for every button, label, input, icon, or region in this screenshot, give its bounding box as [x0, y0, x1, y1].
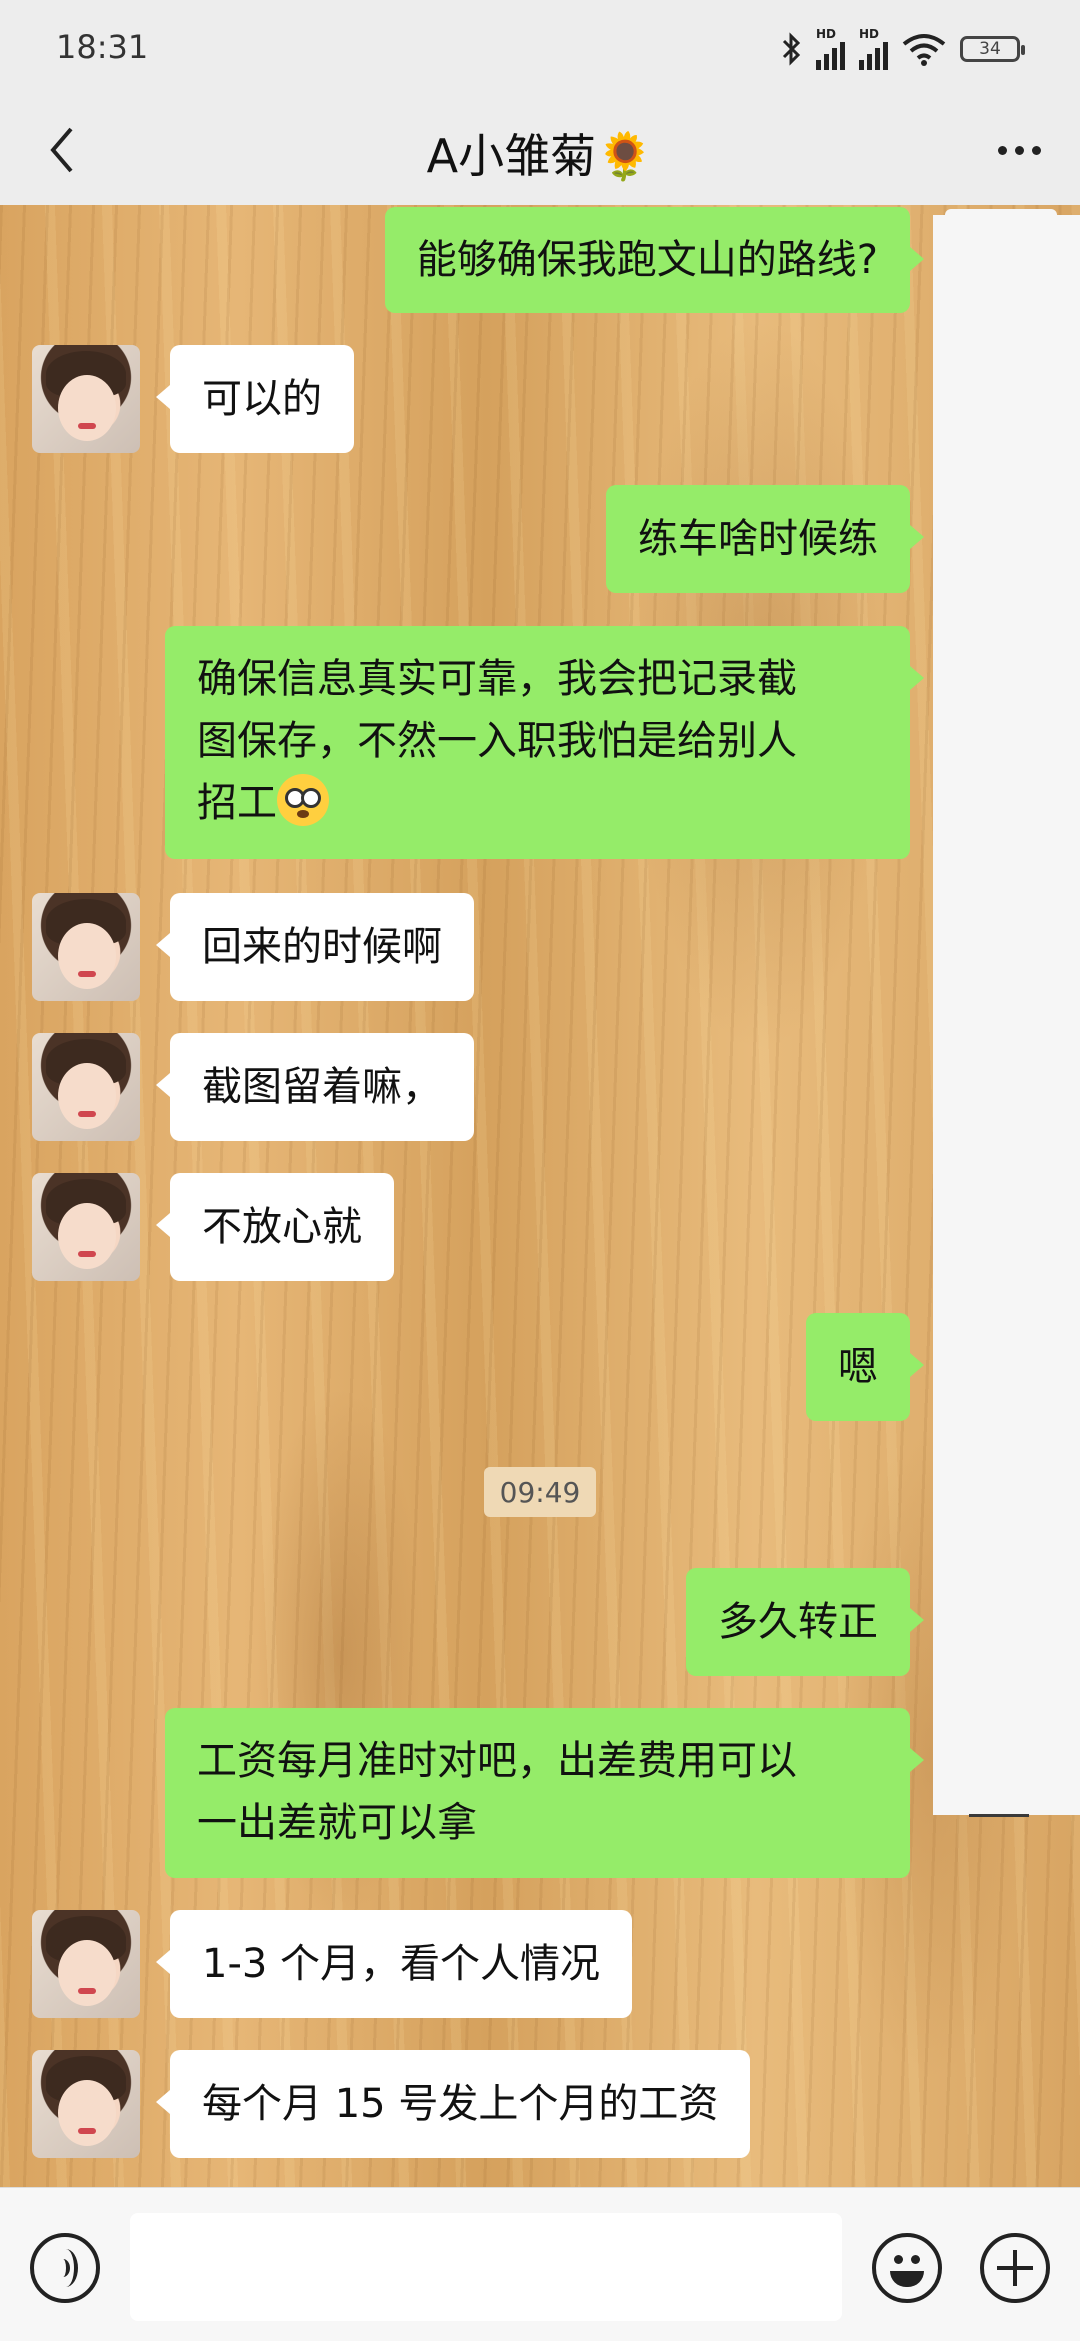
message-text: 多久转正 — [718, 1599, 878, 1645]
message-text: 回来的时候啊 — [202, 924, 442, 970]
input-bar — [0, 2187, 1080, 2341]
battery-level: 34 — [979, 39, 1001, 59]
voice-button[interactable] — [30, 2233, 100, 2303]
message-text-line: 图保存，不然一入职我怕是给别人 — [197, 718, 797, 764]
message-text: 不放心就 — [202, 1204, 362, 1250]
plus-button[interactable] — [980, 2233, 1050, 2303]
signal-1-icon: HD — [816, 28, 845, 70]
wifi-icon — [902, 34, 946, 66]
message-text-line: 工资每月准时对吧，出差费用可以 — [197, 1738, 797, 1784]
message-text-line: 招工 — [197, 780, 277, 826]
hd-label-2: HD — [859, 27, 880, 41]
message-text-line: 一出差就可以拿 — [197, 1800, 477, 1846]
message-received[interactable]: 1-3 个月，看个人情况 — [155, 1910, 633, 2018]
message-text: 能够确保我跑文山的路线? — [416, 237, 878, 283]
chat-title: A小雏菊🌻 — [426, 129, 654, 183]
flushed-face-icon — [277, 774, 329, 826]
more-dots-icon — [997, 145, 1007, 155]
message-sent[interactable]: 嗯 — [806, 1313, 924, 1421]
side-panel — [933, 209, 1080, 1817]
message-sent[interactable]: 多久转正 — [686, 1568, 924, 1676]
signal-2-icon: HD — [859, 28, 888, 70]
status-time: 18:31 — [56, 28, 149, 66]
emoji-button[interactable] — [872, 2233, 942, 2303]
chat-header: A小雏菊🌻 — [0, 96, 1080, 205]
avatar[interactable] — [32, 893, 140, 1001]
avatar[interactable] — [32, 345, 140, 453]
message-received[interactable]: 不放心就 — [156, 1173, 394, 1281]
avatar[interactable] — [32, 1033, 140, 1141]
message-text: 截图留着嘛， — [202, 1064, 442, 1110]
avatar[interactable] — [32, 2050, 140, 2158]
avatar[interactable] — [32, 1173, 140, 1281]
message-received[interactable]: 回来的时候啊 — [156, 893, 474, 1001]
message-text: 嗯 — [838, 1344, 878, 1390]
message-text: 1-3 个月，看个人情况 — [202, 1941, 601, 1987]
avatar[interactable] — [32, 1910, 140, 2018]
bluetooth-icon — [782, 32, 801, 66]
message-sent[interactable]: 工资每月准时对吧，出差费用可以 一出差就可以拿 — [165, 1708, 924, 1878]
message-sent[interactable]: 确保信息真实可靠，我会把记录截 图保存，不然一入职我怕是给别人 招工 — [165, 626, 924, 859]
message-text: 练车啥时候练 — [638, 516, 878, 562]
message-text: 可以的 — [202, 376, 322, 422]
message-input[interactable] — [130, 2213, 842, 2321]
message-received[interactable]: 每个月 15 号发上个月的工资 — [155, 2050, 751, 2158]
message-sent[interactable]: 练车啥时候练 — [606, 485, 924, 593]
chat-background — [0, 205, 1080, 2187]
status-icons: HD HD 34 — [780, 28, 1025, 70]
hd-label-1: HD — [816, 27, 837, 41]
more-button[interactable] — [984, 120, 1054, 180]
battery-icon: 34 — [960, 36, 1025, 62]
chat-timestamp: 09:49 — [484, 1467, 596, 1517]
message-text: 每个月 15 号发上个月的工资 — [202, 2081, 719, 2127]
message-text-line: 确保信息真实可靠，我会把记录截 — [197, 656, 797, 702]
status-bar: 18:31 HD HD 34 — [0, 0, 1080, 96]
message-received[interactable]: 截图留着嘛， — [156, 1033, 474, 1141]
message-received[interactable]: 可以的 — [156, 345, 354, 453]
message-sent[interactable]: 能够确保我跑文山的路线? — [384, 207, 925, 313]
